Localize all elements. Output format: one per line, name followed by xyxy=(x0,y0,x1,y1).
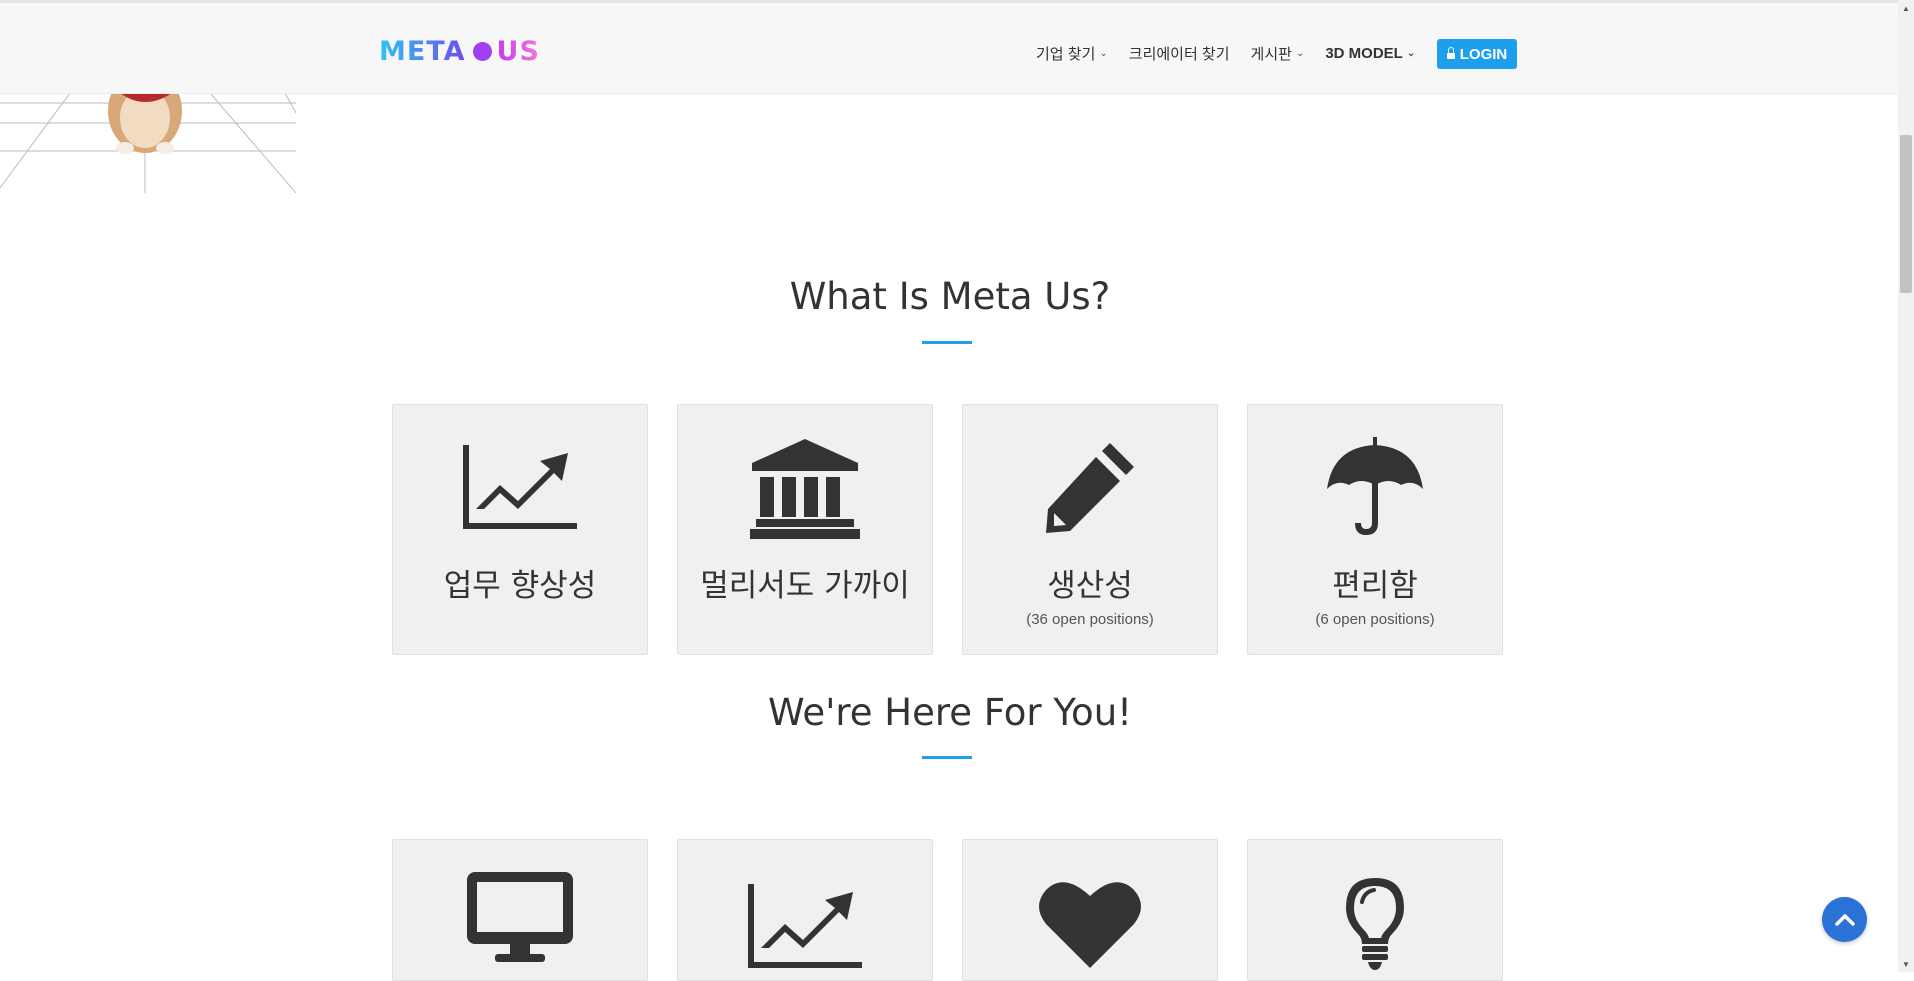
nav-find-company[interactable]: 기업 찾기 ⌄ xyxy=(1036,43,1108,64)
card-subtext: (36 open positions) xyxy=(1026,611,1154,628)
line-chart-icon xyxy=(393,437,647,537)
line-chart-icon xyxy=(678,876,932,976)
card-subtext: (6 open positions) xyxy=(1315,611,1435,628)
section-title-what-is: What Is Meta Us? xyxy=(789,275,1111,318)
chevron-down-icon: ⌄ xyxy=(1406,48,1416,59)
scroll-up-arrow-icon[interactable]: ▲ xyxy=(1898,0,1914,16)
nav-find-creator[interactable]: 크리에이터 찾기 xyxy=(1129,43,1230,64)
nav-label: 3D MODEL xyxy=(1325,45,1403,62)
feature-card-idea[interactable] xyxy=(1247,839,1503,981)
monitor-icon xyxy=(393,870,647,970)
card-label: 멀리서도 가까이 xyxy=(700,568,910,604)
section-title-here-for-you: We're Here For You! xyxy=(768,691,1132,734)
lightbulb-icon xyxy=(1248,876,1502,976)
title-underline xyxy=(922,341,972,344)
page-scrollbar[interactable]: ▲ ▼ xyxy=(1898,0,1914,972)
card-label: 생산성 xyxy=(1047,568,1133,604)
card-label: 업무 향상성 xyxy=(443,568,597,604)
logo-text-left: META xyxy=(379,36,466,67)
bank-icon xyxy=(678,437,932,539)
back-to-top-button[interactable] xyxy=(1822,897,1867,942)
grid-floor-image xyxy=(0,93,296,193)
logo-dot-icon xyxy=(472,42,492,61)
chevron-up-icon xyxy=(1834,913,1855,926)
site-header: META US 기업 찾기 ⌄ 크리에이터 찾기 게시판 ⌄ 3D MODEL ⌄ L… xyxy=(0,3,1898,94)
heart-icon xyxy=(963,876,1217,976)
scroll-down-arrow-icon[interactable]: ▼ xyxy=(1898,956,1914,972)
card-label: 편리함 xyxy=(1332,568,1418,604)
chevron-down-icon: ⌄ xyxy=(1099,48,1108,59)
nav-label: 게시판 xyxy=(1250,46,1292,63)
feature-card-heart[interactable] xyxy=(962,839,1218,981)
nav-3d-model[interactable]: 3D MODEL ⌄ xyxy=(1325,45,1415,62)
site-logo[interactable]: META US xyxy=(379,36,540,67)
nav-board[interactable]: 게시판 ⌄ xyxy=(1251,43,1305,64)
umbrella-icon xyxy=(1248,437,1502,537)
scrollbar-thumb[interactable] xyxy=(1900,135,1912,293)
logo-text-right: US xyxy=(496,36,540,67)
3d-model-preview[interactable] xyxy=(0,93,296,193)
feature-card-convenience[interactable]: 편리함 (6 open positions) xyxy=(1247,404,1503,655)
feature-card-growth[interactable] xyxy=(677,839,933,981)
feature-card-near-far[interactable]: 멀리서도 가까이 xyxy=(677,404,933,655)
title-underline xyxy=(922,756,972,759)
login-button[interactable]: LOGIN xyxy=(1437,39,1517,69)
pencil-icon xyxy=(963,437,1217,537)
feature-card-work-improvement[interactable]: 업무 향상성 xyxy=(392,404,648,655)
lock-icon xyxy=(1446,47,1455,59)
main-nav: 기업 찾기 ⌄ 크리에이터 찾기 게시판 ⌄ 3D MODEL ⌄ xyxy=(1036,43,1436,64)
nav-label: 기업 찾기 xyxy=(1036,46,1096,63)
feature-card-productivity[interactable]: 생산성 (36 open positions) xyxy=(962,404,1218,655)
login-label: LOGIN xyxy=(1459,45,1508,63)
feature-card-monitor[interactable] xyxy=(392,839,648,981)
chevron-down-icon: ⌄ xyxy=(1295,48,1305,59)
nav-label: 크리에이터 찾기 xyxy=(1128,46,1230,63)
